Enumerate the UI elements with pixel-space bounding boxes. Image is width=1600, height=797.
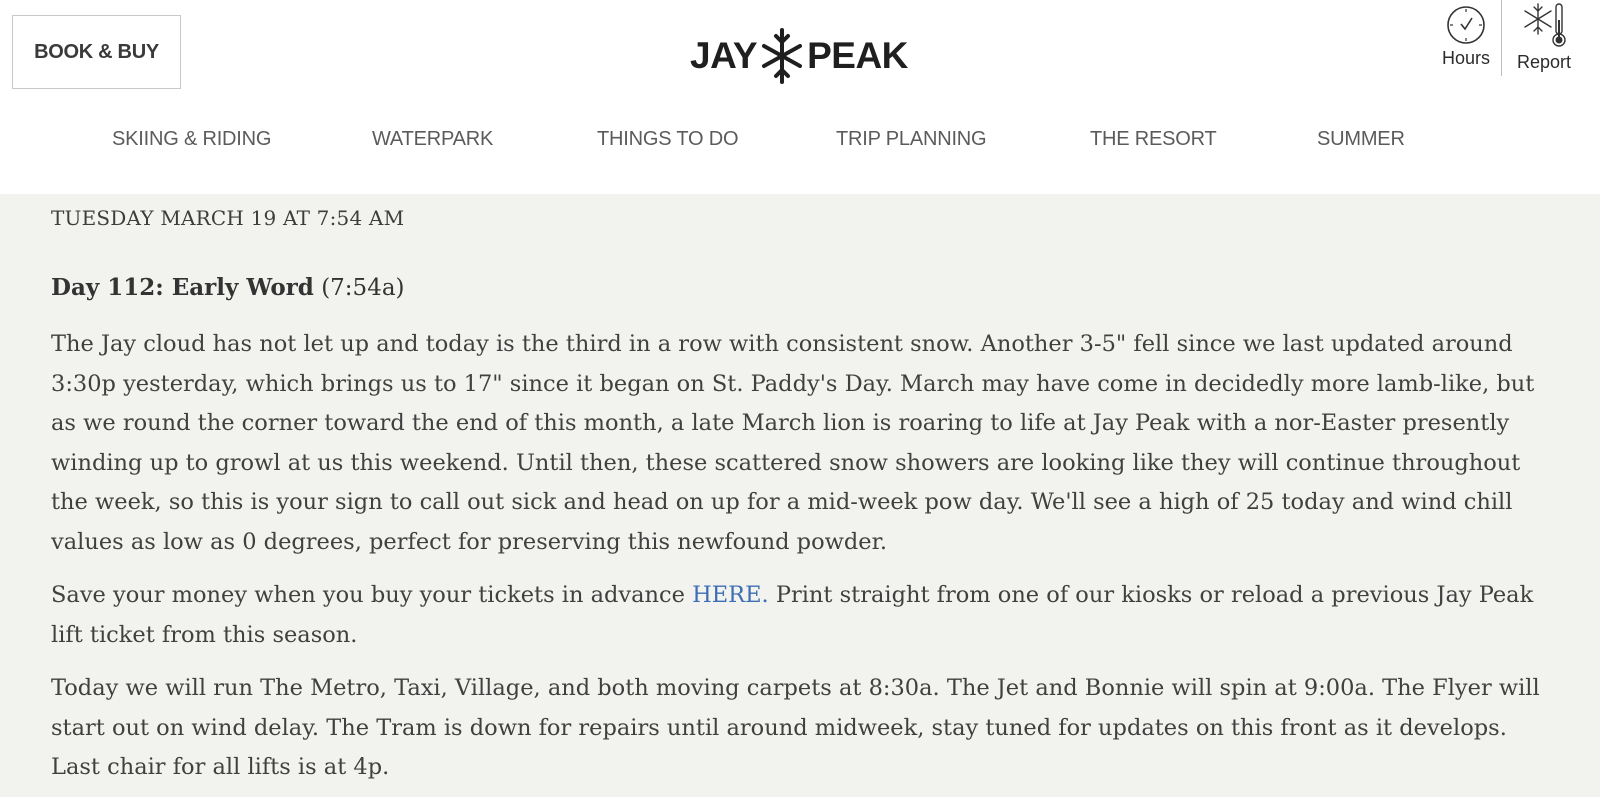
report-link[interactable]: Report [1510, 0, 1578, 78]
hours-link[interactable]: Hours [1440, 4, 1492, 82]
tickets-text-before: Save your money when you buy your ticket… [51, 582, 693, 608]
post-title-text: Day 112: Early Word [51, 274, 314, 301]
logo-text-peak: PEAK [807, 35, 908, 76]
post-title-time: (7:54a) [321, 275, 405, 301]
snowflake-logo-icon [762, 28, 803, 84]
post-date: TUESDAY MARCH 19 AT 7:54 AM [51, 206, 405, 230]
nav-the-resort[interactable]: THE RESORT [1090, 128, 1217, 151]
site-header: BOOK & BUY JAY PEAK Hours Report SKIING … [0, 0, 1600, 194]
hours-label: Hours [1441, 48, 1490, 68]
utility-divider [1501, 0, 1502, 76]
book-and-buy-button[interactable]: BOOK & BUY [12, 15, 181, 89]
nav-summer[interactable]: SUMMER [1317, 128, 1405, 151]
snow-thermometer-icon [1524, 3, 1566, 47]
main-nav: SKIING & RIDING WATERPARK THINGS TO DO T… [0, 128, 1600, 164]
post-paragraph-conditions: The Jay cloud has not let up and today i… [51, 331, 1535, 555]
buy-tickets-link[interactable]: HERE. [692, 582, 769, 608]
report-label: Report [1516, 52, 1572, 72]
post-paragraph-tickets: Save your money when you buy your ticket… [51, 576, 1551, 655]
post-title: Day 112: Early Word (7:54a) [51, 274, 405, 301]
nav-skiing-riding[interactable]: SKIING & RIDING [112, 128, 271, 151]
clock-icon [1447, 6, 1485, 44]
logo-text-jay: JAY [690, 35, 758, 76]
nav-waterpark[interactable]: WATERPARK [372, 128, 493, 151]
jay-peak-logo[interactable]: JAY PEAK [690, 28, 908, 84]
nav-things-to-do[interactable]: THINGS TO DO [597, 128, 739, 151]
post-paragraph-lifts: Today we will run The Metro, Taxi, Villa… [51, 675, 1540, 780]
nav-trip-planning[interactable]: TRIP PLANNING [836, 128, 987, 151]
